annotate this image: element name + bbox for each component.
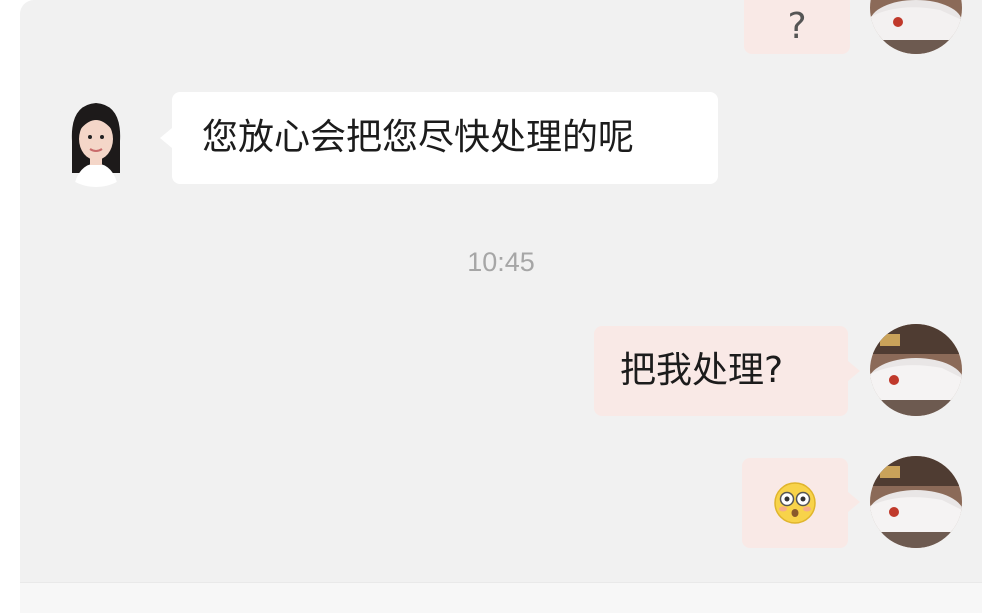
message-bubble-incoming[interactable]: 您放心会把您尽快处理的呢 [172, 92, 718, 184]
bubble-tail [848, 361, 860, 381]
flushed-face-icon [774, 482, 816, 524]
message-text: ? [787, 6, 807, 47]
message-text: 您放心会把您尽快处理的呢 [202, 117, 635, 158]
user-avatar[interactable] [870, 324, 962, 416]
message-timestamp: 10:45 [467, 247, 535, 277]
message-text: 把我处理? [620, 350, 784, 391]
user-avatar[interactable] [870, 456, 962, 548]
chat-screen: ? 您放心会把您尽快处理的呢 10:45 把我处理? [20, 0, 982, 613]
message-bubble-partial[interactable]: ? [744, 0, 850, 54]
user-avatar[interactable] [870, 0, 962, 54]
agent-avatar[interactable] [50, 95, 142, 187]
bubble-tail [160, 128, 172, 148]
message-bubble-outgoing[interactable]: 把我处理? [594, 326, 848, 416]
input-bar[interactable] [20, 582, 982, 613]
bubble-tail [848, 492, 860, 512]
message-bubble-outgoing-emoji[interactable] [742, 458, 848, 548]
